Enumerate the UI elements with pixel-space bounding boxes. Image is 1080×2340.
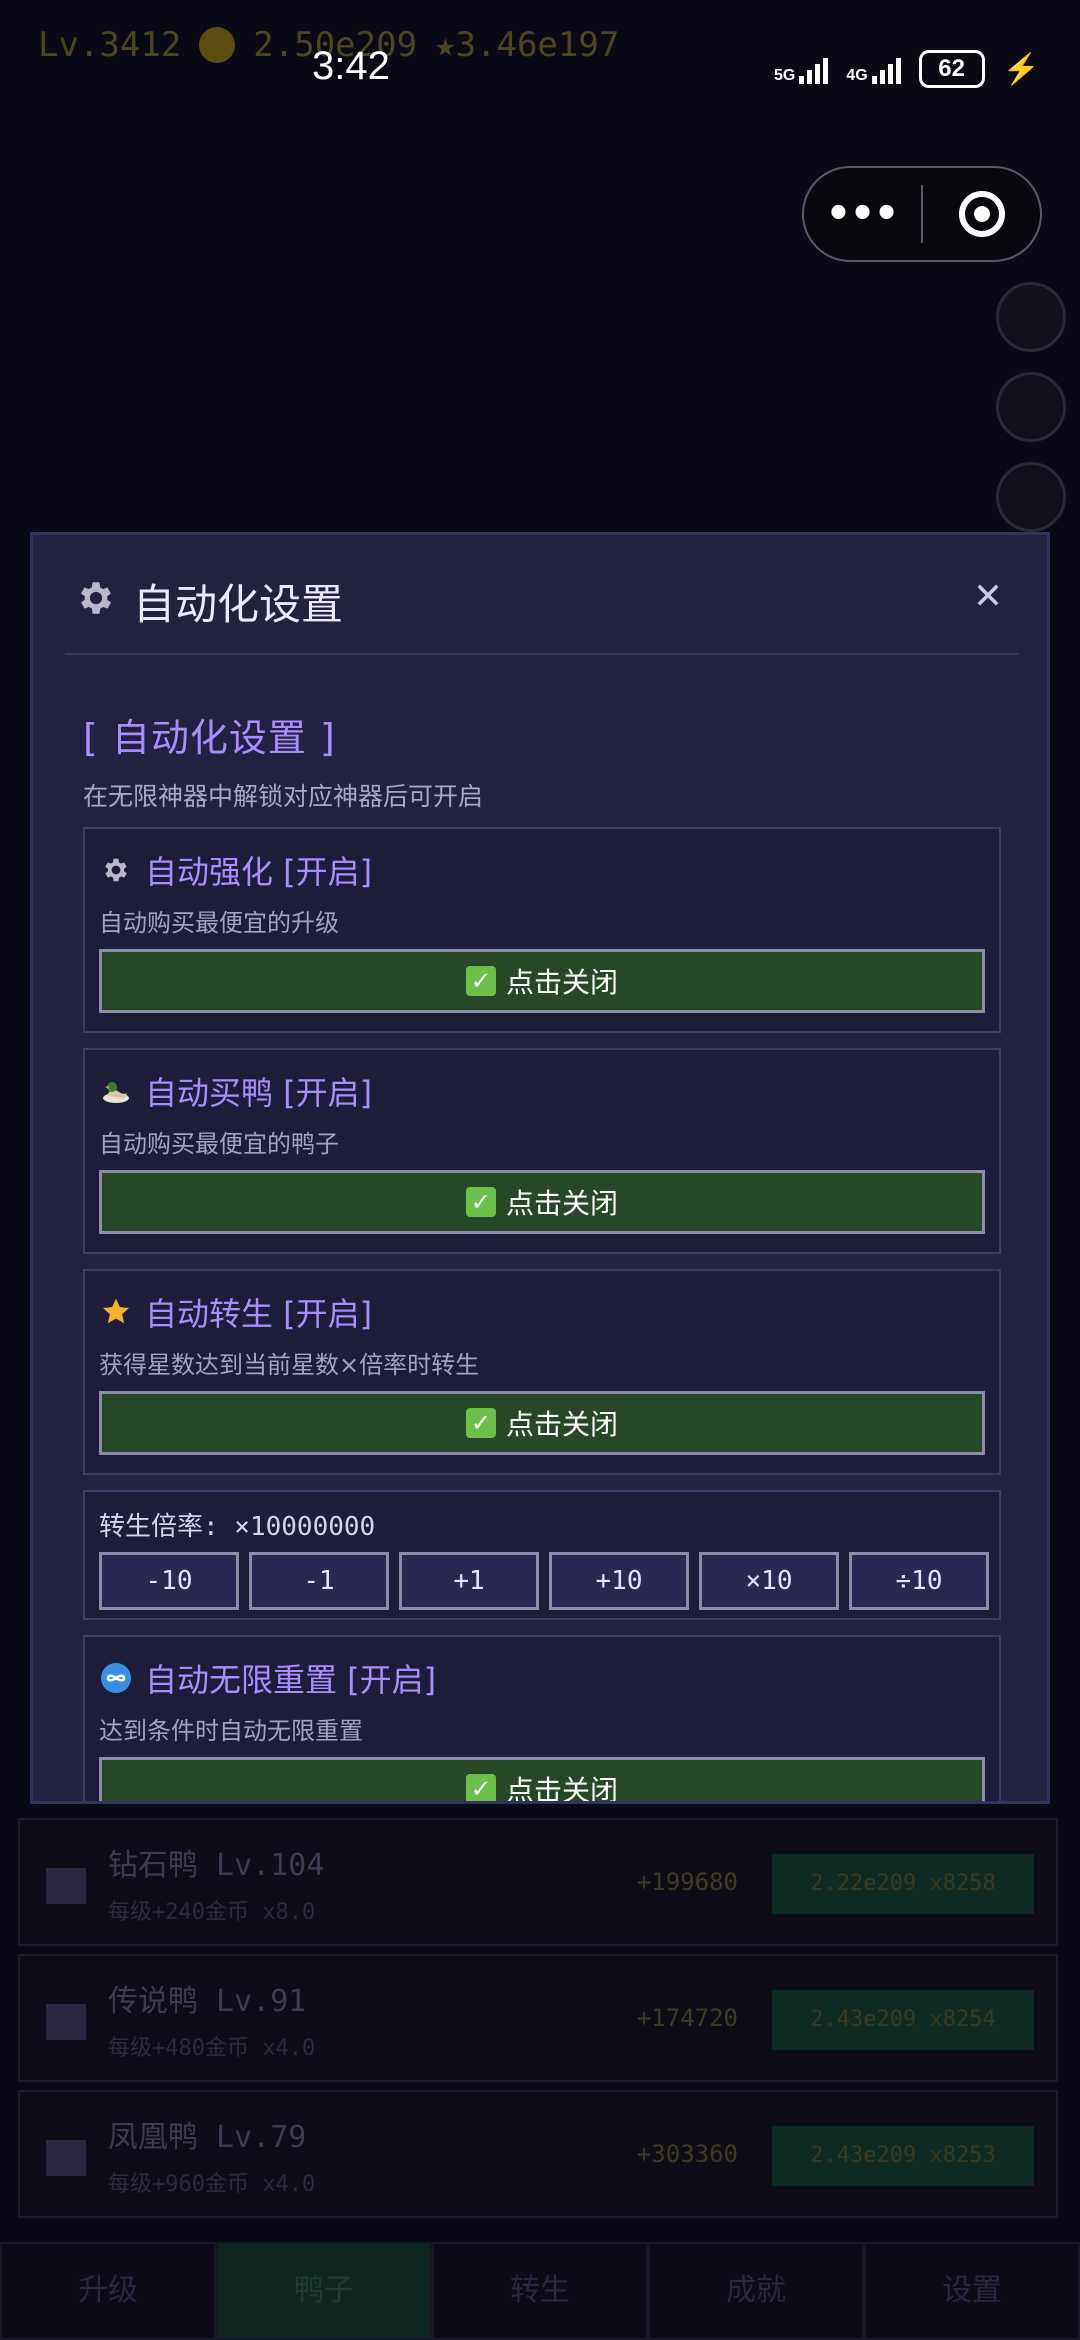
button-label: 点击关闭: [505, 966, 618, 999]
network-4g-label: 4G: [846, 67, 868, 84]
tab-achievements: 成就: [648, 2242, 864, 2340]
bg-duck-row: 凤凰鸭 Lv.79 每级+960金币 x4.0 +303360 2.43e209…: [18, 2090, 1058, 2218]
network-5g-label: 5G: [773, 67, 796, 84]
card-description: 获得星数达到当前星数×倍率时转生: [99, 1351, 480, 1379]
modal-title: 自动化设置: [133, 580, 344, 629]
tab-rebirth: 转生: [432, 2242, 648, 2340]
bg-duck-name: 钻石鸭 Lv.104: [108, 1848, 325, 1883]
bg-duck-name: 传说鸭 Lv.91: [108, 1984, 307, 2019]
auto-upgrade-toggle-button[interactable]: ✓ 点击关闭: [99, 949, 985, 1013]
bg-duck-sub: 每级+480金币 x4.0: [108, 2036, 316, 2061]
signal-icon: [799, 54, 829, 84]
check-icon: ✓: [465, 966, 496, 996]
card-title: 自动无限重置 [开启]: [145, 1661, 437, 1699]
miniprogram-capsule: •••: [802, 166, 1042, 262]
bg-duck-buy: 2.43e209 x8253: [772, 2126, 1034, 2186]
divider: [65, 653, 1019, 655]
rate-minus-1-button[interactable]: -1: [249, 1552, 389, 1610]
card-title: 自动买鸭 [开启]: [145, 1074, 373, 1112]
star-icon: [99, 1295, 133, 1329]
auto-upgrade-card: 自动强化 [开启] 自动购买最便宜的升级 ✓ 点击关闭: [83, 827, 1001, 1033]
section-title: [ 自动化设置 ]: [83, 716, 336, 760]
rebirth-multiplier-buttons: -10 -1 +1 +10 ×10 ÷10: [99, 1552, 989, 1610]
card-description: 达到条件时自动无限重置: [99, 1717, 363, 1745]
status-bar: 3:42 5G 4G 62 ⚡: [0, 30, 1080, 110]
bg-duck-row: 传说鸭 Lv.91 每级+480金币 x4.0 +174720 2.43e209…: [18, 1954, 1058, 2082]
duck-icon: [46, 2004, 86, 2040]
gear-icon: [80, 582, 112, 614]
rate-plus-1-button[interactable]: +1: [399, 1552, 539, 1610]
check-icon: ✓: [465, 1408, 496, 1438]
status-time: 3:42: [312, 44, 390, 88]
bg-duck-name: 凤凰鸭 Lv.79: [108, 2120, 307, 2155]
bg-duck-income: +199680: [636, 1868, 738, 1896]
bg-side-button: [996, 282, 1066, 352]
bg-duck-income: +303360: [636, 2140, 738, 2168]
tab-upgrade: 升级: [0, 2242, 216, 2340]
bg-duck-row: 钻石鸭 Lv.104 每级+240金币 x8.0 +199680 2.22e20…: [18, 1818, 1058, 1946]
rate-minus-10-button[interactable]: -10: [99, 1552, 239, 1610]
auto-buy-duck-toggle-button[interactable]: ✓ 点击关闭: [99, 1170, 985, 1234]
button-label: 点击关闭: [505, 1408, 618, 1441]
bg-duck-buy: 2.22e209 x8258: [772, 1854, 1034, 1914]
tab-settings: 设置: [864, 2242, 1080, 2340]
bg-duck-income: +174720: [636, 2004, 738, 2032]
bg-tab-bar: 升级 鸭子 转生 成就 设置: [0, 2242, 1080, 2340]
signal-icon: [871, 54, 901, 84]
card-title: 自动转生 [开启]: [145, 1295, 373, 1333]
auto-infinity-reset-toggle-button[interactable]: ✓ 点击关闭: [99, 1757, 985, 1804]
automation-settings-modal: 自动化设置 ✕ [ 自动化设置 ] 在无限神器中解锁对应神器后可开启 自动强化 …: [30, 532, 1050, 1804]
card-title: 自动强化 [开启]: [145, 853, 373, 891]
infinity-icon: [99, 1661, 133, 1695]
rebirth-multiplier-label: 转生倍率: ×10000000: [99, 1512, 376, 1542]
bg-duck-sub: 每级+240金币 x8.0: [108, 1900, 316, 1925]
auto-infinity-reset-card: 自动无限重置 [开启] 达到条件时自动无限重置 ✓ 点击关闭: [83, 1635, 1001, 1804]
button-label: 点击关闭: [505, 1187, 618, 1220]
button-label: 点击关闭: [505, 1774, 618, 1804]
section-hint: 在无限神器中解锁对应神器后可开启: [83, 782, 484, 811]
card-description: 自动购买最便宜的升级: [99, 909, 339, 937]
auto-rebirth-toggle-button[interactable]: ✓ 点击关闭: [99, 1391, 985, 1455]
duck-icon: [46, 1868, 86, 1904]
bg-duck-sub: 每级+960金币 x4.0: [108, 2172, 316, 2197]
close-miniprogram-icon[interactable]: [923, 191, 1040, 237]
duck-icon: [46, 2140, 86, 2176]
bg-duck-buy: 2.43e209 x8254: [772, 1990, 1034, 2050]
gear-icon: [99, 853, 133, 887]
bg-side-button: [996, 462, 1066, 532]
charging-icon: ⚡: [1002, 52, 1040, 86]
more-menu-icon[interactable]: •••: [804, 191, 921, 237]
modal-header: 自动化设置 ✕: [33, 535, 1047, 655]
rate-divide-10-button[interactable]: ÷10: [849, 1552, 989, 1610]
rate-plus-10-button[interactable]: +10: [549, 1552, 689, 1610]
check-icon: ✓: [465, 1187, 496, 1217]
rate-times-10-button[interactable]: ×10: [699, 1552, 839, 1610]
battery-icon: 62: [918, 50, 985, 88]
duck-icon: [99, 1074, 133, 1108]
card-description: 自动购买最便宜的鸭子: [99, 1130, 339, 1158]
close-icon[interactable]: ✕: [965, 571, 1011, 617]
rebirth-multiplier-card: 转生倍率: ×10000000 -10 -1 +1 +10 ×10 ÷10: [83, 1490, 1001, 1620]
auto-buy-duck-card: 自动买鸭 [开启] 自动购买最便宜的鸭子 ✓ 点击关闭: [83, 1048, 1001, 1254]
check-icon: ✓: [465, 1774, 496, 1801]
bg-side-button: [996, 372, 1066, 442]
tab-ducks: 鸭子: [216, 2242, 432, 2340]
auto-rebirth-card: 自动转生 [开启] 获得星数达到当前星数×倍率时转生 ✓ 点击关闭: [83, 1269, 1001, 1475]
